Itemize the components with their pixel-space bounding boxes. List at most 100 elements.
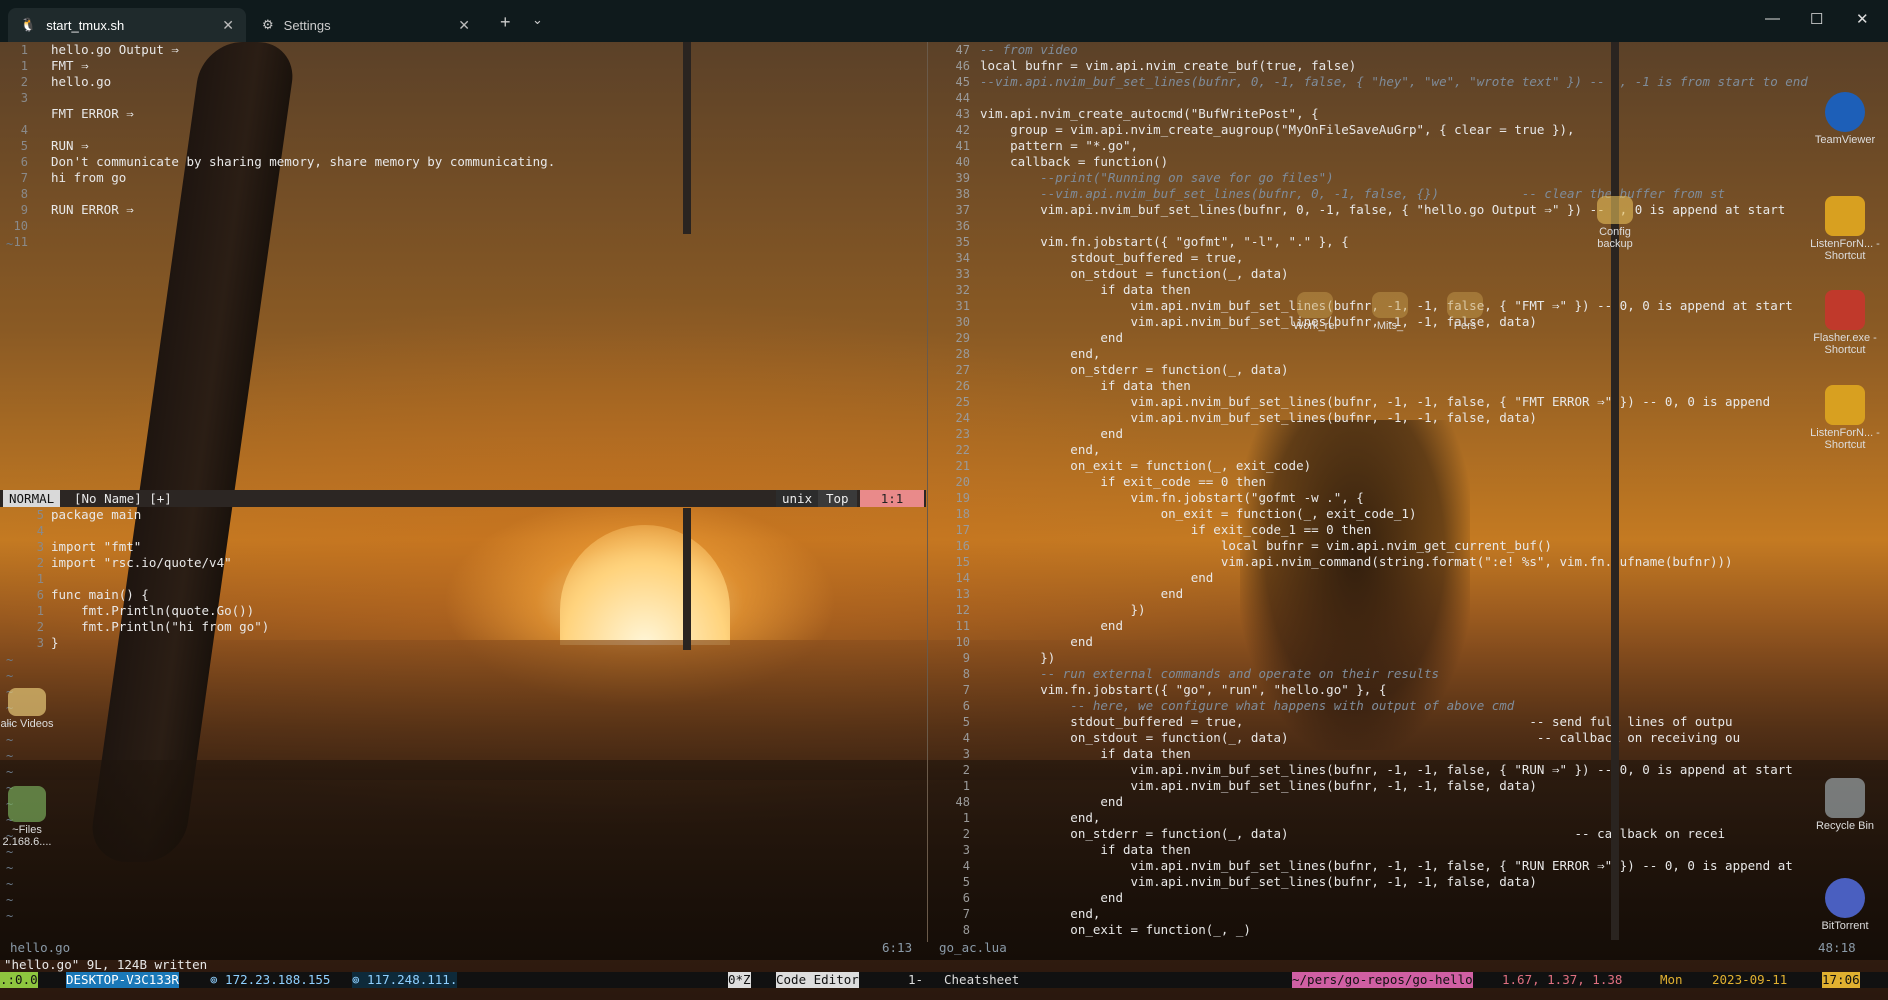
code-line[interactable]: end, bbox=[980, 906, 1100, 922]
line-number: 4 bbox=[962, 859, 970, 873]
code-line[interactable]: group = vim.api.nvim_create_augroup("MyO… bbox=[980, 122, 1574, 138]
code-line[interactable]: vim.fn.jobstart({ "go", "run", "hello.go… bbox=[980, 682, 1386, 698]
scrollbar[interactable] bbox=[683, 508, 691, 650]
code-line[interactable]: if exit_code == 0 then bbox=[980, 474, 1266, 490]
tab-start-tmux[interactable]: 🐧 start_tmux.sh ✕ bbox=[8, 8, 246, 42]
work-rel-folder[interactable]: Work_rel bbox=[1280, 292, 1350, 332]
listenfor-shortcut-2[interactable]: ListenForN... - Shortcut bbox=[1810, 385, 1880, 451]
code-line[interactable]: import "fmt" bbox=[51, 539, 141, 555]
code-line[interactable]: vim.api.nvim_buf_set_lines(bufnr, 0, -1,… bbox=[980, 202, 1785, 218]
code-line[interactable]: FMT ⇒ bbox=[51, 58, 89, 74]
code-line[interactable]: if exit_code_1 == 0 then bbox=[980, 522, 1372, 538]
line-number: 25 bbox=[955, 395, 970, 409]
tmux-window-0-name[interactable]: Code Editor bbox=[776, 972, 859, 988]
code-line[interactable]: end bbox=[980, 794, 1123, 810]
close-tab-icon[interactable]: ✕ bbox=[222, 17, 234, 34]
code-line[interactable]: end bbox=[980, 586, 1184, 602]
code-line[interactable]: Don't communicate by sharing memory, sha… bbox=[51, 154, 555, 170]
code-line[interactable]: end bbox=[980, 330, 1123, 346]
code-line[interactable]: pattern = "*.go", bbox=[980, 138, 1138, 154]
minimize-button[interactable]: — bbox=[1765, 10, 1780, 27]
code-line[interactable]: hello.go bbox=[51, 74, 111, 90]
code-line[interactable]: -- from video bbox=[980, 42, 1078, 58]
code-line[interactable]: end, bbox=[980, 442, 1100, 458]
code-line[interactable]: on_stdout = function(_, data) -- callbac… bbox=[980, 730, 1740, 746]
code-line[interactable]: }) bbox=[980, 650, 1055, 666]
listenfor-shortcut[interactable]: ListenForN... - Shortcut bbox=[1810, 196, 1880, 262]
desktop-icon-label: ~Files 2.168.6.... bbox=[2, 824, 52, 848]
code-line[interactable]: on_stdout = function(_, data) bbox=[980, 266, 1288, 282]
code-line[interactable]: end bbox=[980, 426, 1123, 442]
tmux-window-1[interactable]: 1- bbox=[908, 972, 923, 988]
recycle-bin[interactable]: Recycle Bin bbox=[1810, 778, 1880, 832]
code-line[interactable]: on_exit = function(_, exit_code) bbox=[980, 458, 1311, 474]
scrollbar[interactable] bbox=[1611, 42, 1619, 940]
code-line[interactable]: stdout_buffered = true, -- send full lin… bbox=[980, 714, 1732, 730]
scrollbar[interactable] bbox=[683, 42, 691, 234]
code-line[interactable]: vim.fn.jobstart({ "gofmt", "-l", "." }, … bbox=[980, 234, 1349, 250]
code-line[interactable]: fmt.Println(quote.Go()) bbox=[51, 603, 254, 619]
code-line[interactable]: import "rsc.io/quote/v4" bbox=[51, 555, 232, 571]
desktop-icon-label: BitTorrent bbox=[1821, 920, 1869, 932]
code-line[interactable]: callback = function() bbox=[980, 154, 1168, 170]
code-line[interactable]: --vim.api.nvim_buf_set_lines(bufnr, 0, -… bbox=[980, 74, 1808, 90]
code-line[interactable]: end bbox=[980, 890, 1123, 906]
tmux-window-0[interactable]: 0*Z bbox=[728, 972, 751, 988]
code-line[interactable]: end, bbox=[980, 810, 1100, 826]
code-line[interactable]: vim.api.nvim_buf_set_lines(bufnr, -1, -1… bbox=[980, 762, 1793, 778]
new-tab-button[interactable]: + bbox=[500, 12, 511, 33]
code-line[interactable]: end, bbox=[980, 346, 1100, 362]
code-line[interactable]: end bbox=[980, 634, 1093, 650]
videos-folder[interactable]: alic Videos bbox=[0, 688, 62, 730]
config-backup-folder[interactable]: Config backup bbox=[1580, 196, 1650, 250]
code-line[interactable]: vim.api.nvim_buf_set_lines(bufnr, -1, -1… bbox=[980, 874, 1537, 890]
line-number: 3 bbox=[36, 636, 44, 650]
code-line[interactable]: -- here, we configure what happens with … bbox=[980, 698, 1514, 714]
tmux-window-1-name[interactable]: Cheatsheet bbox=[944, 972, 1019, 988]
code-line[interactable]: vim.api.nvim_buf_set_lines(bufnr, -1, -1… bbox=[980, 394, 1771, 410]
code-line[interactable]: vim.api.nvim_buf_set_lines(bufnr, -1, -1… bbox=[980, 778, 1537, 794]
code-line[interactable]: if data then bbox=[980, 842, 1190, 858]
code-line[interactable]: if data then bbox=[980, 378, 1190, 394]
close-tab-icon[interactable]: ✕ bbox=[458, 17, 470, 34]
code-line[interactable]: func main() { bbox=[51, 587, 149, 603]
code-line[interactable]: FMT ERROR ⇒ bbox=[51, 106, 134, 122]
maximize-button[interactable]: ☐ bbox=[1810, 10, 1823, 28]
code-line[interactable]: stdout_buffered = true, bbox=[980, 250, 1243, 266]
mits-folder[interactable]: Mits_ bbox=[1355, 292, 1425, 332]
code-line[interactable]: vim.fn.jobstart("gofmt -w .", { bbox=[980, 490, 1364, 506]
code-line[interactable]: vim.api.nvim_buf_set_lines(bufnr, -1, -1… bbox=[980, 410, 1537, 426]
desktop-icon-label: Flasher.exe - Shortcut bbox=[1813, 332, 1877, 356]
code-line[interactable]: }) bbox=[980, 602, 1146, 618]
bittorrent-shortcut[interactable]: BitTorrent bbox=[1810, 878, 1880, 932]
chevron-down-icon[interactable]: ⌄ bbox=[532, 12, 543, 28]
code-line[interactable]: end bbox=[980, 618, 1123, 634]
code-line[interactable]: fmt.Println("hi from go") bbox=[51, 619, 269, 635]
code-line[interactable]: on_exit = function(_, _) bbox=[980, 922, 1251, 938]
code-line[interactable]: if data then bbox=[980, 282, 1190, 298]
code-line[interactable]: vim.api.nvim_command(string.format(":e! … bbox=[980, 554, 1733, 570]
teamviewer-shortcut[interactable]: TeamViewer bbox=[1810, 92, 1880, 146]
code-line[interactable]: RUN ERROR ⇒ bbox=[51, 202, 134, 218]
flasher-shortcut[interactable]: Flasher.exe - Shortcut bbox=[1810, 290, 1880, 356]
code-line[interactable]: RUN ⇒ bbox=[51, 138, 89, 154]
code-line[interactable]: local bufnr = vim.api.nvim_get_current_b… bbox=[980, 538, 1552, 554]
code-line[interactable]: package main bbox=[51, 507, 141, 523]
code-line[interactable]: --print("Running on save for go files") bbox=[980, 170, 1334, 186]
code-line[interactable]: on_stderr = function(_, data) bbox=[980, 362, 1288, 378]
code-line[interactable]: local bufnr = vim.api.nvim_create_buf(tr… bbox=[980, 58, 1356, 74]
code-line[interactable]: end bbox=[980, 570, 1214, 586]
code-line[interactable]: } bbox=[51, 635, 59, 651]
code-line[interactable]: hello.go Output ⇒ bbox=[51, 42, 179, 58]
network-files-shortcut[interactable]: ~Files 2.168.6.... bbox=[0, 786, 62, 848]
fileformat: unix bbox=[776, 490, 819, 507]
close-window-button[interactable]: ✕ bbox=[1856, 10, 1869, 28]
code-line[interactable]: on_exit = function(_, exit_code_1) bbox=[980, 506, 1417, 522]
code-line[interactable]: vim.api.nvim_create_autocmd("BufWritePos… bbox=[980, 106, 1319, 122]
code-line[interactable]: hi from go bbox=[51, 170, 126, 186]
code-line[interactable]: if data then bbox=[980, 746, 1190, 762]
tab-settings[interactable]: ⚙ Settings ✕ bbox=[250, 8, 482, 42]
pers-folder[interactable]: Pers bbox=[1430, 292, 1500, 332]
code-line[interactable]: -- run external commands and operate on … bbox=[980, 666, 1439, 682]
code-line[interactable]: vim.api.nvim_buf_set_lines(bufnr, -1, -1… bbox=[980, 858, 1793, 874]
